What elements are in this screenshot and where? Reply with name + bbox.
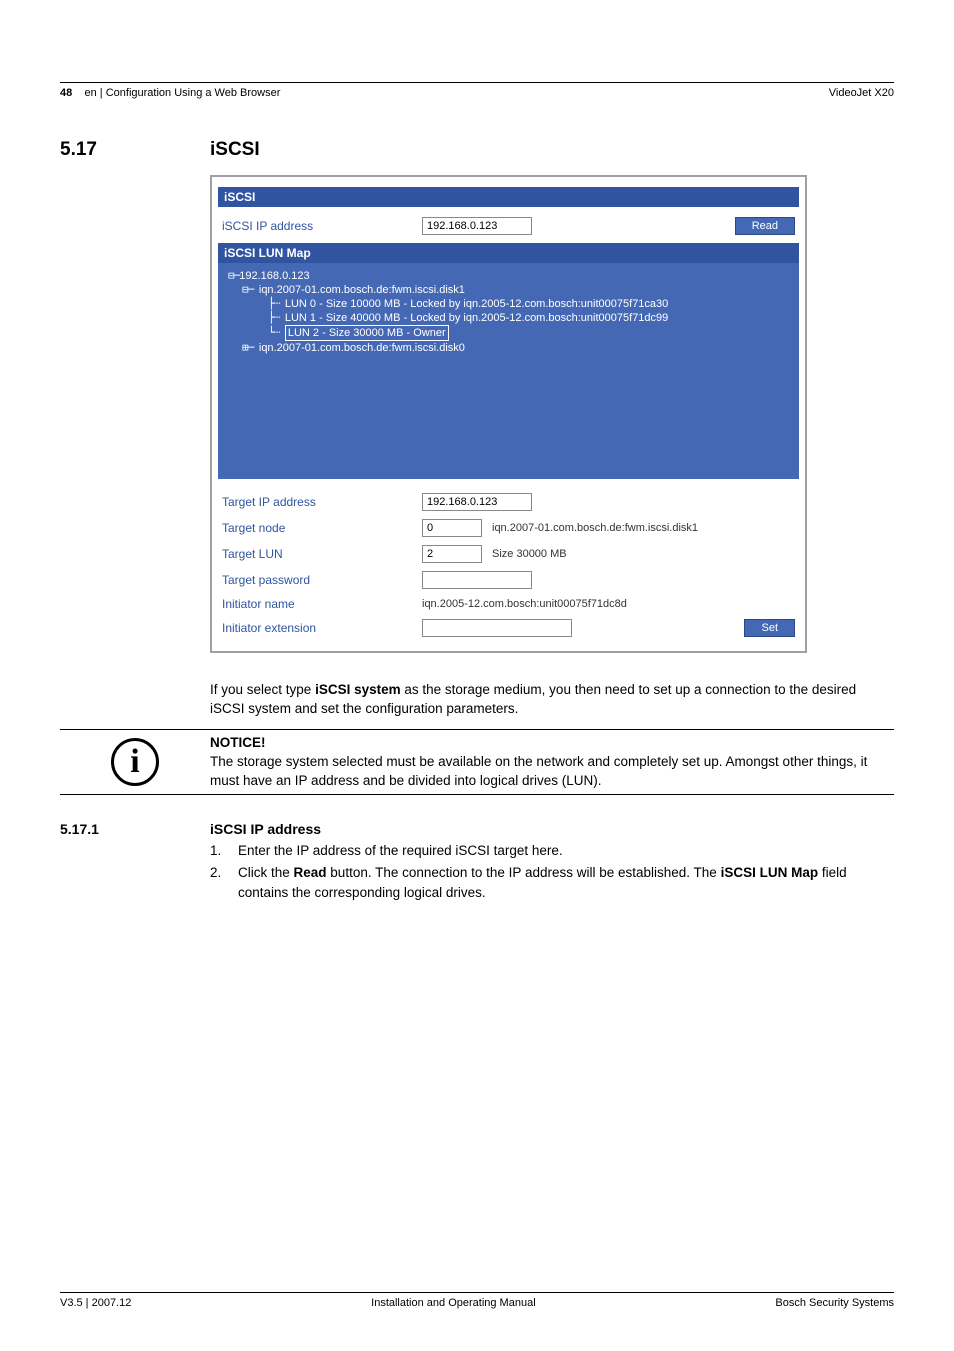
para-bold-iscsi-system: iSCSI system <box>315 682 401 697</box>
list-bold-read: Read <box>294 865 327 880</box>
tree-collapse-icon[interactable]: ⊟─ <box>242 283 259 296</box>
read-button[interactable]: Read <box>735 217 795 235</box>
iscsi-ip-input[interactable] <box>422 217 532 235</box>
target-password-label: Target password <box>222 573 422 587</box>
para-text-pre: If you select type <box>210 682 315 697</box>
numbered-list: 1. Enter the IP address of the required … <box>210 841 894 902</box>
iscsi-ip-label: iSCSI IP address <box>222 219 422 233</box>
panel-title-bar: iSCSI <box>218 187 799 207</box>
target-ip-input[interactable] <box>422 493 532 511</box>
set-button[interactable]: Set <box>744 619 795 637</box>
body-paragraph: If you select type iSCSI system as the s… <box>210 681 894 719</box>
list-number: 2. <box>210 863 238 902</box>
divider <box>60 794 894 795</box>
footer-version: V3.5 | 2007.12 <box>60 1297 131 1309</box>
screenshot-iscsi-panel: iSCSI iSCSI IP address Read iSCSI LUN Ma… <box>210 175 807 653</box>
list-text: Click the Read button. The connection to… <box>238 863 894 902</box>
tree-branch-icon: └┈ <box>268 326 285 339</box>
header-separator <box>75 87 81 99</box>
subsection-number: 5.17.1 <box>60 821 210 904</box>
initiator-name-label: Initiator name <box>222 597 422 611</box>
tree-root[interactable]: 192.168.0.123 <box>239 270 309 282</box>
tree-lun0[interactable]: LUN 0 - Size 10000 MB - Locked by iqn.20… <box>285 298 668 310</box>
tree-lun1[interactable]: LUN 1 - Size 40000 MB - Locked by iqn.20… <box>285 312 668 324</box>
section-title: iSCSI <box>210 139 894 161</box>
footer-company: Bosch Security Systems <box>775 1297 894 1309</box>
info-icon: i <box>111 738 159 786</box>
lunmap-title-bar: iSCSI LUN Map <box>218 243 799 263</box>
target-node-iqn: iqn.2007-01.com.bosch.de:fwm.iscsi.disk1 <box>492 522 698 534</box>
tree-branch-icon: ├┈ <box>268 297 285 310</box>
target-lun-input[interactable] <box>422 545 482 563</box>
target-lun-size: Size 30000 MB <box>492 548 567 560</box>
list-text-mid: button. The connection to the IP address… <box>327 865 721 880</box>
tree-branch-icon: ├┈ <box>268 311 285 324</box>
notice-text: The storage system selected must be avai… <box>210 754 867 788</box>
notice-heading: NOTICE! <box>210 735 266 750</box>
tree-disk1[interactable]: iqn.2007-01.com.bosch.de:fwm.iscsi.disk1 <box>259 284 465 296</box>
initiator-extension-input[interactable] <box>422 619 572 637</box>
header-breadcrumb: en | Configuration Using a Web Browser <box>85 87 281 99</box>
subsection-title: iSCSI IP address <box>210 821 894 837</box>
page-footer: V3.5 | 2007.12 Installation and Operatin… <box>60 1292 894 1309</box>
target-password-input[interactable] <box>422 571 532 589</box>
list-text-pre: Click the <box>238 865 294 880</box>
tree-expand-icon[interactable]: ⊞─ <box>242 341 259 354</box>
notice-block: i NOTICE! The storage system selected mu… <box>60 730 894 795</box>
list-bold-lunmap: iSCSI LUN Map <box>721 865 819 880</box>
initiator-extension-label: Initiator extension <box>222 621 422 635</box>
page-header: 48 en | Configuration Using a Web Browse… <box>60 82 894 99</box>
lunmap-tree[interactable]: ⊟─192.168.0.123 ⊟─ iqn.2007-01.com.bosch… <box>218 263 799 479</box>
footer-doc-title: Installation and Operating Manual <box>371 1297 536 1309</box>
tree-disk0[interactable]: iqn.2007-01.com.bosch.de:fwm.iscsi.disk0 <box>259 342 465 354</box>
page-number: 48 <box>60 87 72 99</box>
target-lun-label: Target LUN <box>222 547 422 561</box>
header-product: VideoJet X20 <box>829 87 894 99</box>
target-node-input[interactable] <box>422 519 482 537</box>
initiator-name-value: iqn.2005-12.com.bosch:unit00075f71dc8d <box>422 598 627 610</box>
target-node-label: Target node <box>222 521 422 535</box>
list-number: 1. <box>210 841 238 861</box>
list-text: Enter the IP address of the required iSC… <box>238 841 563 861</box>
tree-lun2-selected[interactable]: LUN 2 - Size 30000 MB - Owner <box>285 325 449 341</box>
header-left: 48 en | Configuration Using a Web Browse… <box>60 87 280 99</box>
target-ip-label: Target IP address <box>222 495 422 509</box>
tree-collapse-icon[interactable]: ⊟─ <box>228 269 239 282</box>
section-number: 5.17 <box>60 139 210 161</box>
